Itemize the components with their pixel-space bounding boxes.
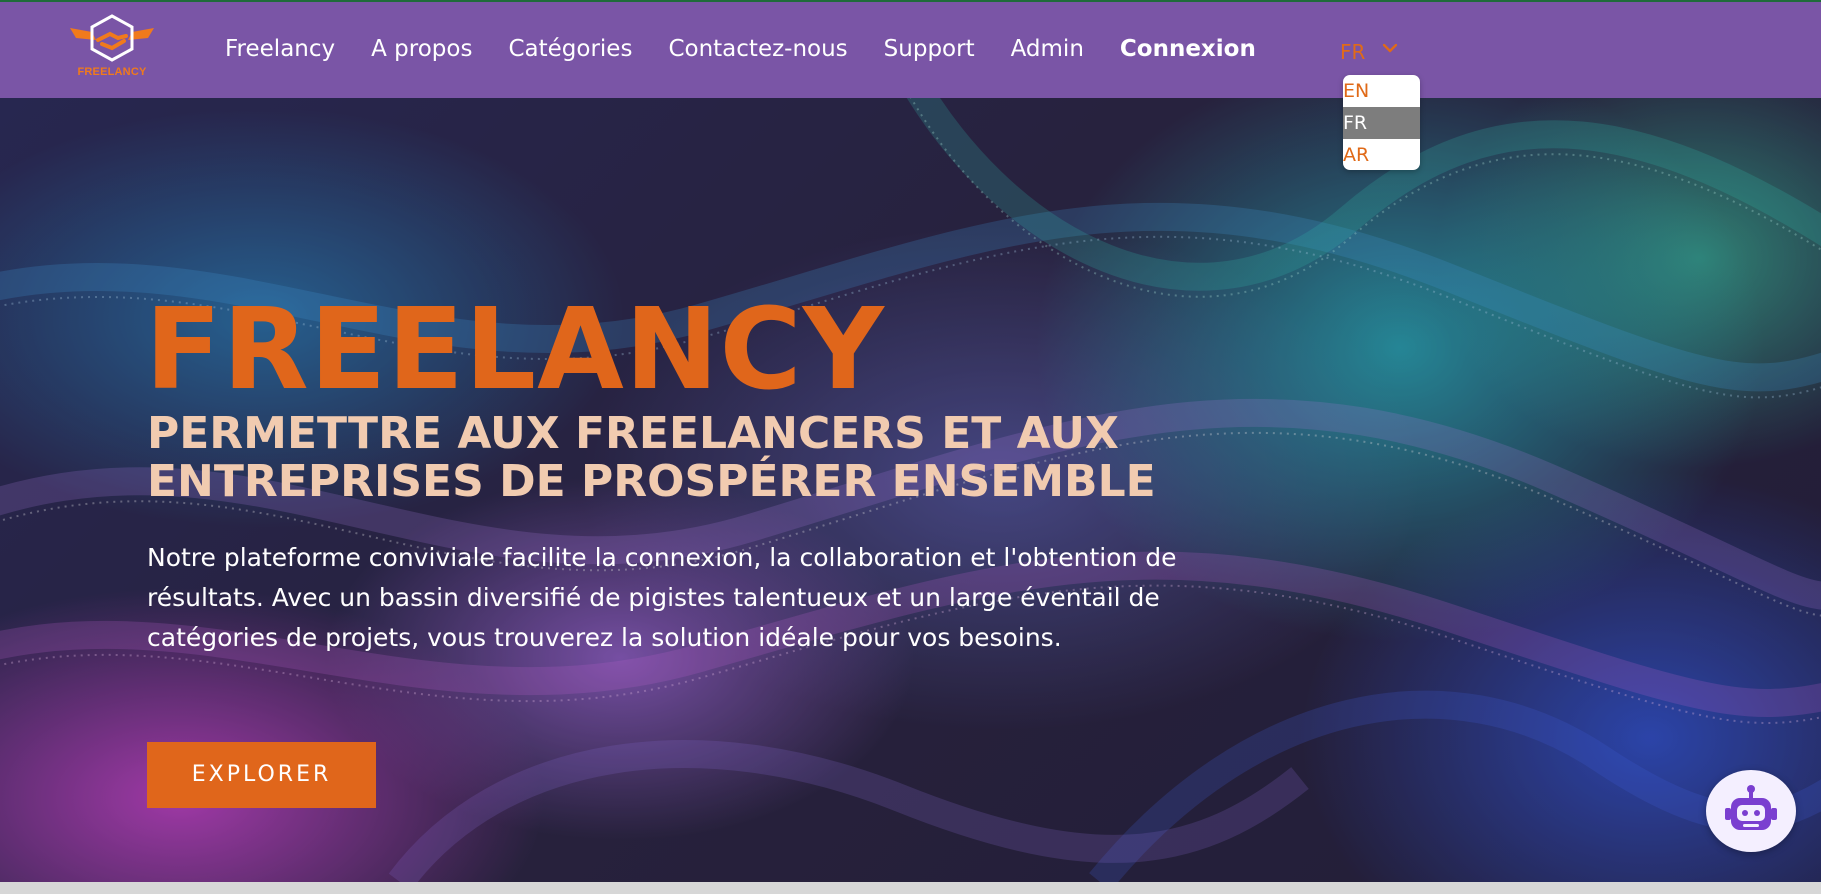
language-dropdown-menu: EN FR AR	[1343, 75, 1420, 170]
nav-link-contact[interactable]: Contactez-nous	[668, 36, 847, 62]
nav-link-freelancy[interactable]: Freelancy	[225, 36, 335, 62]
login-link[interactable]: Connexion	[1120, 36, 1256, 62]
hero-description: Notre plateforme conviviale facilite la …	[147, 543, 1177, 652]
logo-text: FREELANCY	[77, 66, 147, 78]
handshake-hexagon-logo-icon	[70, 14, 154, 62]
nav-links: Freelancy A propos Catégories Contactez-…	[225, 36, 1292, 62]
language-option-fr[interactable]: FR	[1343, 107, 1420, 139]
nav-link-support[interactable]: Support	[884, 36, 975, 62]
hero-subtitle: PERMETTRE AUX FREELANCERS ET AUX ENTREPR…	[147, 408, 1156, 507]
language-option-en[interactable]: EN	[1343, 75, 1420, 107]
explore-button[interactable]: EXPLORER	[147, 742, 376, 808]
top-navbar: FREELANCY Freelancy A propos Catégories …	[0, 0, 1821, 98]
chatbot-button[interactable]	[1706, 770, 1796, 852]
nav-link-admin[interactable]: Admin	[1011, 36, 1084, 62]
chevron-down-icon[interactable]	[1383, 44, 1397, 54]
nav-link-about[interactable]: A propos	[371, 36, 472, 62]
nav-link-categories[interactable]: Catégories	[508, 36, 632, 62]
robot-icon	[1725, 785, 1777, 830]
language-selector[interactable]: FR	[1340, 40, 1365, 64]
brand-logo[interactable]: FREELANCY	[66, 14, 158, 84]
hero-title: FREELANCY	[145, 285, 885, 415]
horizontal-scrollbar[interactable]	[0, 882, 1821, 894]
language-option-ar[interactable]: AR	[1343, 139, 1420, 170]
